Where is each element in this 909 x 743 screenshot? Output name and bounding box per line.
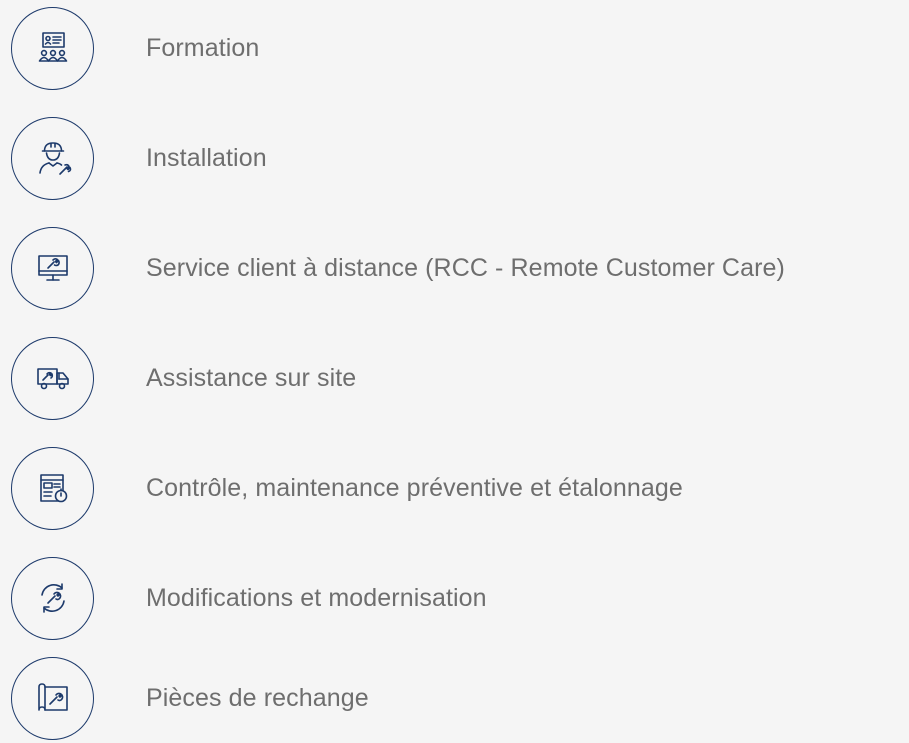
service-item-modifications[interactable]: Modifications et modernisation (11, 553, 487, 643)
training-presentation-icon (38, 32, 67, 62)
service-label: Installation (146, 143, 267, 172)
service-label: Formation (146, 33, 260, 62)
technician-wrench-icon (38, 142, 71, 175)
service-label: Assistance sur site (146, 363, 357, 392)
service-truck-icon (36, 368, 69, 390)
checklist-timer-icon (39, 474, 67, 503)
blueprint-wrench-icon (37, 683, 68, 711)
service-list: Formation Installation Service client à … (0, 0, 909, 740)
icon-circle (11, 226, 94, 310)
icon-circle (11, 336, 94, 420)
icon-circle (11, 446, 94, 530)
icon-circle (11, 116, 94, 200)
service-label: Pièces de rechange (146, 683, 369, 712)
refresh-wrench-icon (40, 583, 65, 613)
service-label: Service client à distance (RCC - Remote … (146, 253, 785, 282)
service-item-on-site-assistance[interactable]: Assistance sur site (11, 333, 356, 423)
icon-circle (11, 656, 94, 740)
service-label: Modifications et modernisation (146, 583, 487, 612)
service-item-inspection-maintenance[interactable]: Contrôle, maintenance préventive et étal… (11, 443, 683, 533)
service-item-installation[interactable]: Installation (11, 113, 267, 203)
icon-circle (11, 6, 94, 90)
service-item-formation[interactable]: Formation (11, 3, 259, 93)
service-item-remote-customer-care[interactable]: Service client à distance (RCC - Remote … (11, 223, 785, 313)
service-label: Contrôle, maintenance préventive et étal… (146, 473, 683, 502)
service-item-spare-parts[interactable]: Pièces de rechange (11, 653, 369, 743)
icon-circle (11, 556, 94, 640)
monitor-wrench-icon (37, 255, 68, 281)
